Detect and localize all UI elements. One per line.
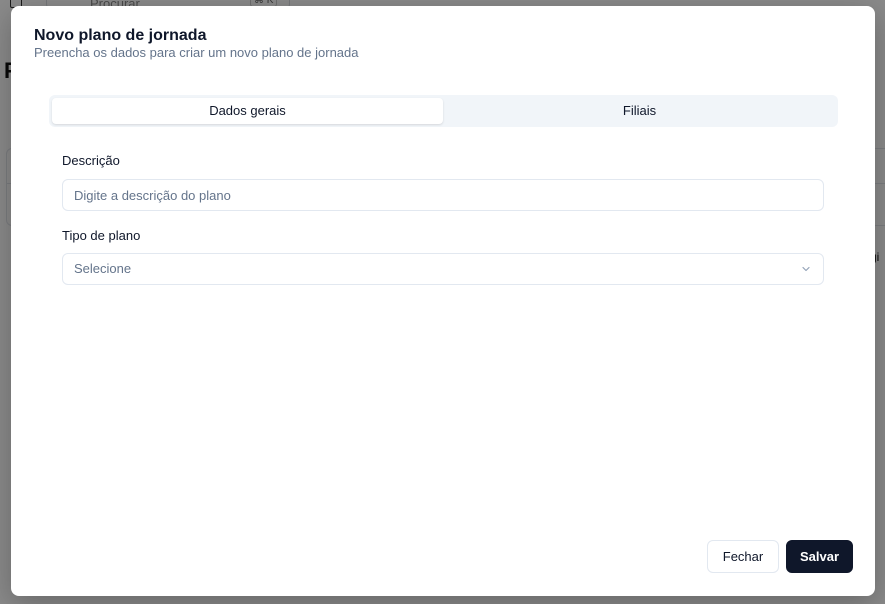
tipo-plano-label: Tipo de plano	[62, 228, 141, 243]
tipo-plano-select[interactable]: Selecione	[62, 253, 824, 285]
dialog-subtitle: Preencha os dados para criar um novo pla…	[34, 45, 359, 60]
descricao-field[interactable]	[62, 179, 824, 211]
tab-filiais[interactable]: Filiais	[444, 98, 835, 124]
tab-dados-gerais[interactable]: Dados gerais	[52, 98, 443, 124]
dialog-title: Novo plano de jornada	[34, 27, 207, 44]
new-plan-dialog: Novo plano de jornada Preencha os dados …	[11, 6, 875, 596]
chevron-down-icon	[802, 266, 810, 272]
descricao-label: Descrição	[62, 153, 120, 168]
save-button[interactable]: Salvar	[786, 540, 853, 573]
descricao-input[interactable]	[74, 180, 814, 210]
close-button[interactable]: Fechar	[707, 540, 779, 573]
tab-list: Dados gerais Filiais	[49, 95, 838, 127]
tipo-plano-selected-value: Selecione	[74, 261, 132, 276]
